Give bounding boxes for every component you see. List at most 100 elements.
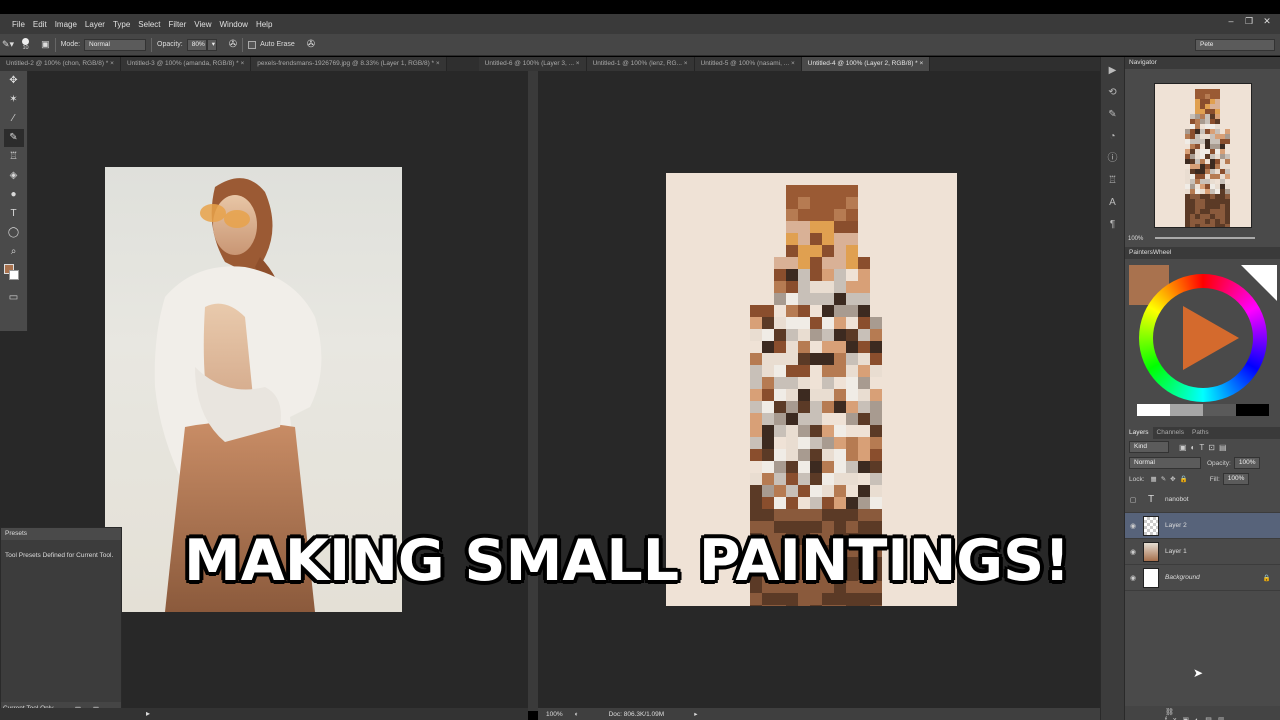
pixel-block (1210, 94, 1215, 99)
fill-input[interactable]: 100% (1222, 473, 1250, 485)
pressure-icon[interactable]: ✇ (307, 39, 315, 50)
eye-icon[interactable]: ◉ (1125, 548, 1141, 556)
brush-presets-icon[interactable]: ✎ (1105, 107, 1121, 123)
menu-edit[interactable]: Edit (33, 20, 47, 29)
menu-window[interactable]: Window (220, 20, 248, 29)
status-icon[interactable]: ◐ (575, 711, 579, 718)
menu-filter[interactable]: Filter (169, 20, 187, 29)
menu-select[interactable]: Select (138, 20, 160, 29)
pixel-block (798, 305, 810, 317)
menu-type[interactable]: Type (113, 20, 130, 29)
split-divider[interactable] (528, 71, 538, 711)
blend-mode-select[interactable]: Normal (1129, 457, 1201, 469)
pixel-block (726, 209, 738, 221)
tools-panel: ✥ ✶ ⁄ ✎ ♖ ◈ ● T ◯ ⌕ ▭ (0, 71, 28, 331)
history-icon[interactable]: ⟲ (1105, 85, 1121, 101)
menu-file[interactable]: File (12, 20, 25, 29)
pixel-block (666, 437, 678, 449)
character-icon[interactable]: A (1105, 195, 1121, 211)
pixel-block (798, 389, 810, 401)
swatch-dark-gray[interactable] (1203, 404, 1236, 416)
minimize-button[interactable]: – (1224, 16, 1238, 27)
paragraph-icon[interactable]: ¶ (1105, 217, 1121, 233)
brush-tool-icon[interactable]: ✎ (3, 129, 24, 147)
swatch-black[interactable] (1236, 404, 1269, 416)
magic-wand-icon[interactable]: ✶ (4, 91, 24, 109)
navigator-thumbnail[interactable] (1154, 83, 1252, 228)
foreground-background-icon[interactable] (3, 262, 24, 288)
menu-image[interactable]: Image (55, 20, 77, 29)
eye-icon[interactable]: ◉ (1125, 574, 1141, 582)
adjustments-icon[interactable]: ◔ (1105, 129, 1121, 145)
brush-tool-icon[interactable]: ✎▾ (2, 39, 14, 50)
eyedropper-icon[interactable]: ⁄ (4, 110, 24, 128)
pixel-block (870, 485, 882, 497)
status-arrow-icon[interactable]: ▸ (694, 710, 697, 718)
pixel-block (1210, 199, 1215, 204)
close-button[interactable]: ✕ (1260, 16, 1274, 27)
zoom-slider[interactable] (1155, 237, 1256, 240)
eye-icon[interactable]: ◉ (1125, 522, 1141, 530)
menu-help[interactable]: Help (256, 20, 272, 29)
kind-filter-select[interactable]: Kind (1129, 441, 1169, 453)
layer-row-layer-1[interactable]: ◉ Layer 1 (1125, 539, 1280, 565)
menu-layer[interactable]: Layer (85, 20, 105, 29)
clone-stamp-icon[interactable]: ♖ (4, 148, 24, 166)
auto-erase-checkbox[interactable] (248, 40, 257, 49)
pixel-block (930, 437, 942, 449)
layer-opacity-input[interactable]: 100% (1233, 457, 1261, 469)
tab-pexels[interactable]: pexels-frendsmans-1926769.jpg @ 8.33% (L… (251, 57, 447, 71)
workspace-select[interactable]: Pete (1195, 38, 1275, 51)
visibility-toggle-off[interactable]: ▢ (1125, 496, 1141, 504)
tab-untitled-4[interactable]: Untitled-4 @ 100% (Layer 2, RGB/8) * × (801, 57, 931, 71)
layer-actions-icons[interactable]: ⛓fx▣◐▤▥🗑 (1165, 709, 1231, 720)
pixel-block (942, 269, 954, 281)
zoom-level[interactable]: 100% (546, 711, 563, 718)
tab-untitled-6[interactable]: Untitled-6 @ 100% (Layer 3, ... × (478, 57, 587, 71)
lock-icons[interactable]: ▦✎✥🔒 (1151, 475, 1192, 483)
paint-bucket-icon[interactable]: ◈ (4, 167, 24, 185)
color-triangle[interactable] (1183, 306, 1239, 370)
filter-icons[interactable]: ▣◐T⊡▤ (1179, 443, 1231, 452)
color-wheel[interactable] (1139, 274, 1267, 402)
tab-untitled-3[interactable]: Untitled-3 @ 100% (amanda, RGB/8) * × (120, 57, 252, 71)
opacity-input[interactable]: 80% (186, 38, 207, 51)
pixel-block (1200, 174, 1205, 179)
tab-channels[interactable]: Channels (1153, 427, 1188, 439)
brush-panel-icon[interactable]: ▣ (41, 39, 50, 50)
info-icon[interactable]: ⓘ (1105, 151, 1121, 167)
pixel-block (1200, 99, 1205, 104)
tab-untitled-1[interactable]: Untitled-1 @ 100% (lenz, RG... × (586, 57, 695, 71)
swatch-white[interactable] (1137, 404, 1170, 416)
quick-mask-icon[interactable]: ▭ (4, 289, 24, 307)
restore-button[interactable]: ❐ (1242, 16, 1256, 27)
pixel-block (1225, 104, 1230, 109)
airbrush-icon[interactable]: ✇ (229, 39, 237, 50)
window-controls: – ❐ ✕ (1224, 16, 1274, 27)
tab-untitled-2[interactable]: Untitled-2 @ 100% (chon, RGB/8) * × (0, 57, 121, 71)
navigator-zoom-value[interactable]: 100% (1128, 236, 1143, 242)
tab-layers[interactable]: Layers (1125, 427, 1153, 439)
zoom-tool-icon[interactable]: ⌕ (4, 243, 24, 261)
move-tool-icon[interactable]: ✥ (4, 72, 24, 90)
pixel-block (846, 377, 858, 389)
menu-view[interactable]: View (194, 20, 211, 29)
opacity-dropdown[interactable]: ▾ (206, 38, 217, 51)
ellipse-tool-icon[interactable]: ◯ (4, 224, 24, 242)
layer-row-background[interactable]: ◉ Background 🔒 (1125, 565, 1280, 591)
swatch-light-gray[interactable] (1170, 404, 1203, 416)
brush-size-icon[interactable]: 10 (22, 38, 30, 51)
type-tool-icon[interactable]: T (4, 205, 24, 223)
layer-row-layer-2[interactable]: ◉ Layer 2 (1125, 513, 1280, 539)
pixel-block (738, 461, 750, 473)
blur-tool-icon[interactable]: ● (4, 186, 24, 204)
tab-untitled-5[interactable]: Untitled-5 @ 100% (nasami, ... × (694, 57, 802, 71)
mode-select[interactable]: Normal (84, 38, 147, 51)
tab-paths[interactable]: Paths (1188, 427, 1213, 439)
clone-source-icon[interactable]: ♖ (1105, 173, 1121, 189)
layer-row-nanobot[interactable]: ▢ T nanobot (1125, 487, 1280, 513)
pixel-block (726, 377, 738, 389)
play-icon[interactable]: ▸ (146, 709, 150, 718)
pixel-block (858, 425, 870, 437)
play-action-icon[interactable]: ▶ (1105, 63, 1121, 79)
